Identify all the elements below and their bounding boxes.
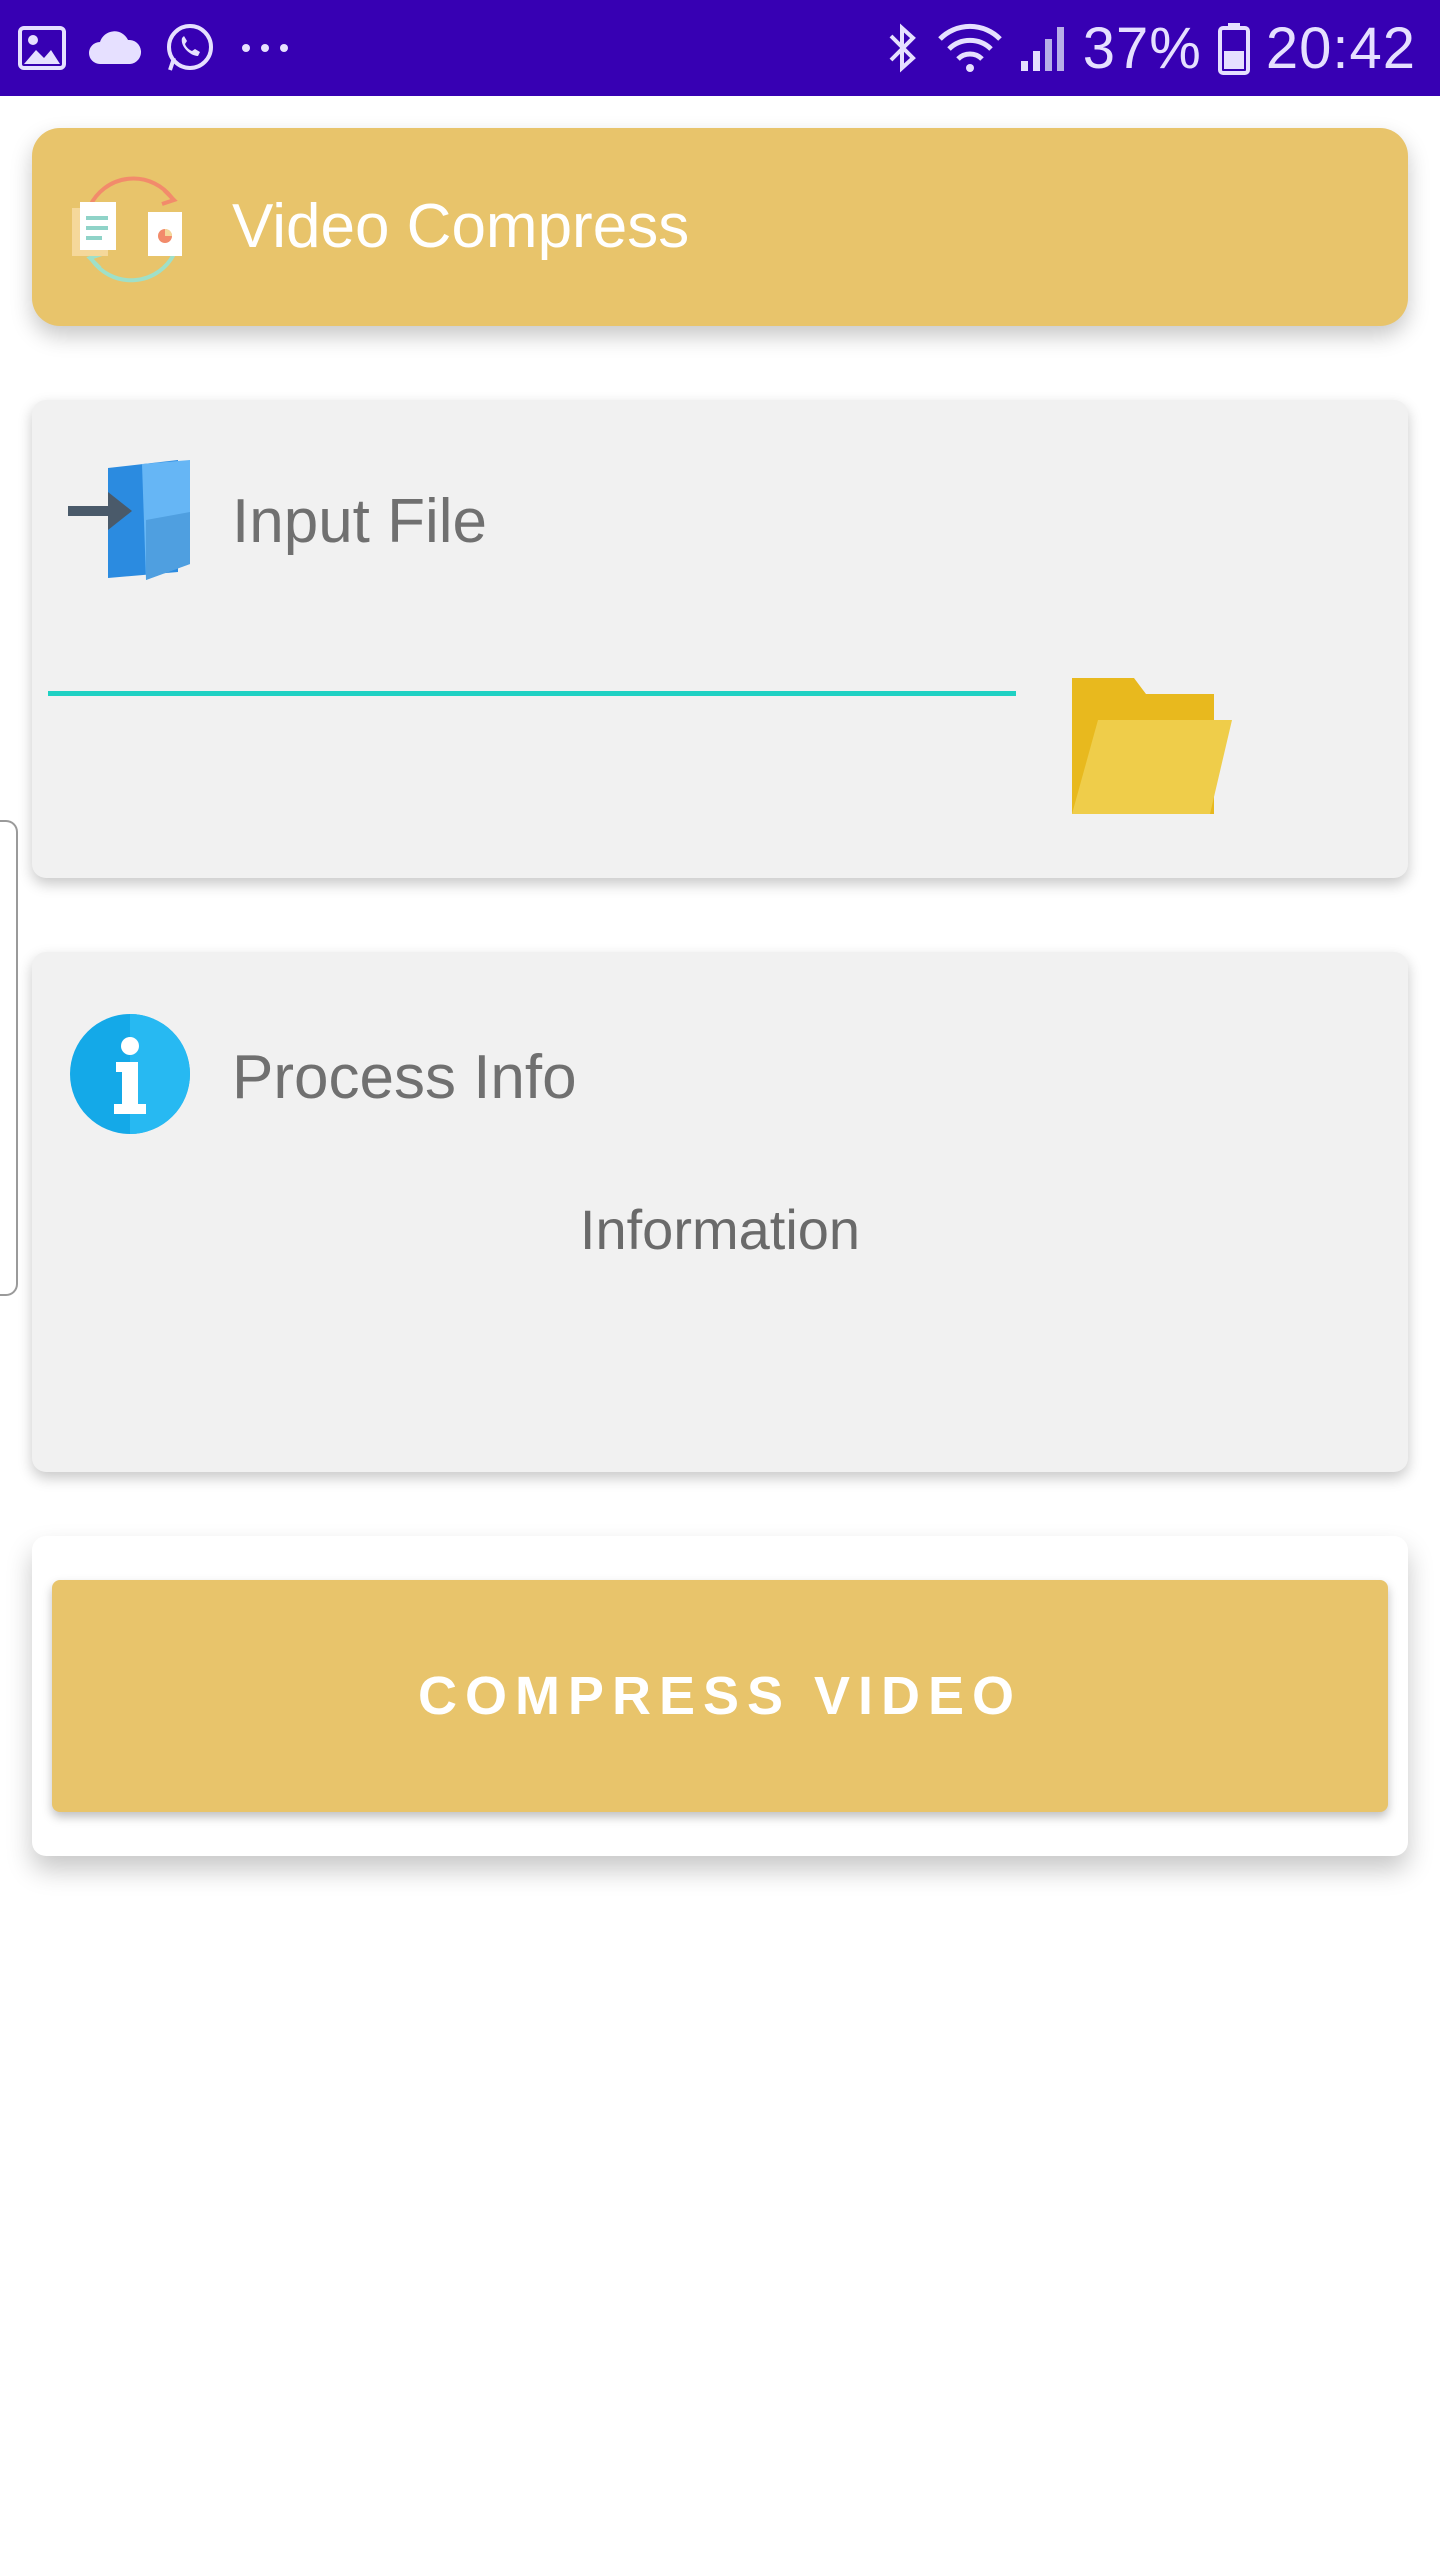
wifi-icon [937, 23, 1003, 73]
more-icon [238, 42, 292, 54]
input-file-card: Input File [32, 400, 1408, 878]
action-container: COMPRESS VIDEO [32, 1536, 1408, 1856]
import-icon [68, 456, 192, 580]
convert-files-icon [68, 168, 196, 286]
bluetooth-icon [885, 22, 921, 74]
cloud-icon [88, 30, 142, 66]
gallery-icon [18, 26, 66, 70]
app-bar: Video Compress [32, 128, 1408, 326]
file-path-input[interactable] [48, 580, 1016, 696]
app-title: Video Compress [232, 192, 690, 261]
signal-icon [1019, 23, 1067, 73]
compress-video-button[interactable]: COMPRESS VIDEO [52, 1580, 1388, 1812]
information-text: Information [579, 1198, 861, 1261]
clock: 20:42 [1265, 15, 1416, 81]
battery-percent: 37% [1082, 15, 1202, 81]
notification-icons [18, 18, 292, 78]
info-icon [68, 1012, 192, 1136]
folder-icon[interactable] [1068, 676, 1248, 816]
status-bar: 37% 20:42 [0, 0, 1440, 96]
process-info-card: Process Info Information [32, 952, 1408, 1472]
input-file-title: Input File [232, 487, 488, 556]
edge-panel-handle[interactable] [0, 820, 18, 1296]
process-info-title: Process Info [232, 1043, 577, 1112]
system-icons: 37% 20:42 [885, 16, 1416, 81]
battery-icon [1217, 21, 1250, 75]
whatsapp-icon [164, 22, 216, 74]
